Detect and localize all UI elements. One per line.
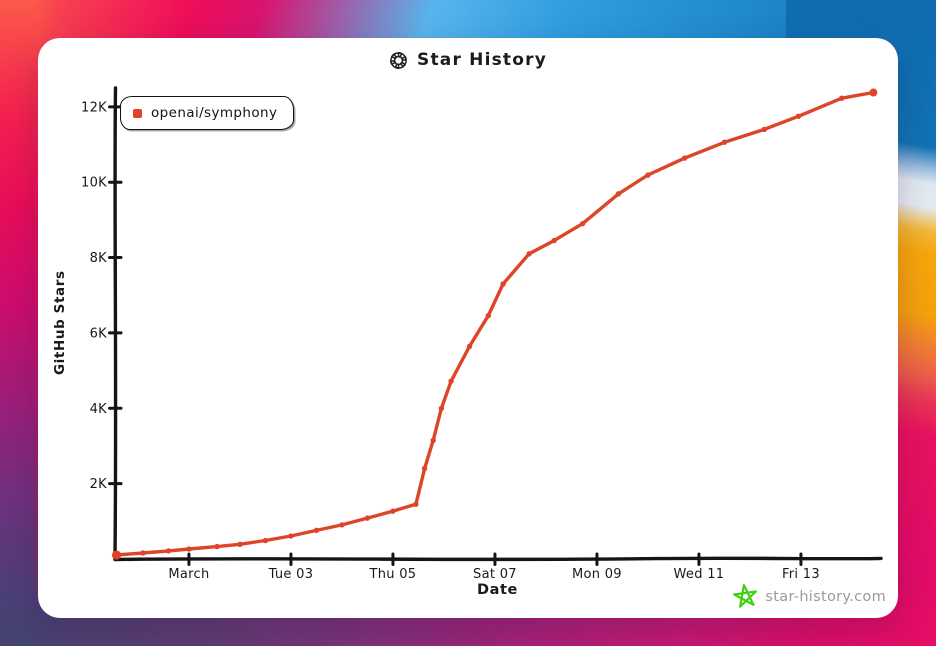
series-point <box>579 220 586 227</box>
x-axis-line <box>113 556 883 562</box>
series-point <box>761 126 767 133</box>
series-point <box>615 191 622 197</box>
series-point <box>140 550 146 556</box>
y-axis-line <box>113 86 118 561</box>
series-point <box>413 501 419 507</box>
series-point <box>364 515 371 521</box>
series-point <box>237 541 243 548</box>
watermark-link[interactable]: star-history.com <box>733 584 886 609</box>
x-tick-label: Thu 05 <box>368 567 416 582</box>
legend-item-openai-symphony: openai/symphony <box>120 96 295 130</box>
series-point <box>466 343 473 350</box>
series-point <box>448 378 454 384</box>
series-point <box>390 508 396 514</box>
y-tick-label: 6K <box>90 326 108 341</box>
axes <box>113 86 883 562</box>
openai-logo-icon <box>390 51 407 69</box>
legend-label: openai/symphony <box>151 105 278 121</box>
series-point <box>421 465 428 472</box>
series-point <box>551 237 557 244</box>
series-point <box>111 550 122 560</box>
series-line-openai/symphony <box>114 90 876 557</box>
x-tick-label: Sat 07 <box>473 567 517 582</box>
series-point <box>313 527 320 534</box>
x-tick-label: Mon 09 <box>572 567 622 582</box>
y-tick-label: 4K <box>90 402 108 417</box>
chart-card: Star History openai/symphony 2K 4K 6K 8K 10K… <box>38 38 898 618</box>
x-tick-label: Wed 11 <box>674 567 725 582</box>
legend-color-marker <box>133 108 142 118</box>
series-point <box>526 251 532 257</box>
x-tick-label: Fri 13 <box>782 567 820 582</box>
series-point <box>339 522 345 528</box>
y-axis-title: GitHub Stars <box>52 270 68 376</box>
series-point <box>430 437 436 444</box>
y-tick-label: 12K <box>81 100 107 115</box>
watermark-text: star-history.com <box>765 588 886 605</box>
chart-title: Star History <box>38 48 898 72</box>
series-point <box>186 546 192 552</box>
series-point <box>288 533 294 539</box>
screenshot-stage: Star History openai/symphony 2K 4K 6K 8K 10K… <box>0 0 936 646</box>
y-tick-label: 8K <box>90 251 108 266</box>
series-point <box>165 548 172 554</box>
series-point <box>214 543 220 550</box>
series-point <box>795 113 802 119</box>
series-point <box>262 537 269 544</box>
series-layer <box>111 88 878 560</box>
x-tick-label: March <box>168 567 209 582</box>
y-tick-label: 2K <box>90 477 108 492</box>
y-tick-label: 10K <box>81 176 107 191</box>
star-doodle-icon <box>733 584 758 608</box>
series-point <box>645 172 651 178</box>
series-point <box>438 405 445 411</box>
series-point <box>681 155 688 161</box>
series-point <box>869 88 878 97</box>
ticks-layer: 2K 4K 6K 8K 10K 12K March Tue 03 Thu 05 Sat 07 Mon… <box>81 100 820 582</box>
x-tick-label: Tue 03 <box>268 567 314 582</box>
chart-title-text: Star History <box>417 50 547 70</box>
series-point <box>500 281 506 287</box>
series-point <box>839 95 845 101</box>
series-point <box>721 139 728 145</box>
series-point <box>485 312 492 319</box>
